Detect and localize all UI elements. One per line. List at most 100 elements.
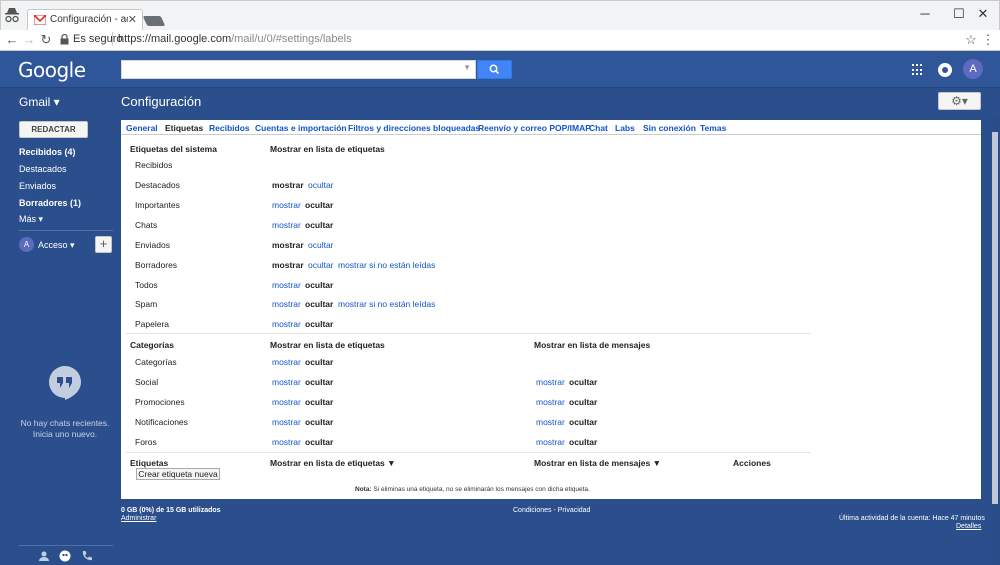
details-link[interactable]: Detalles [956,523,981,530]
search-button[interactable] [477,60,512,79]
tab-general[interactable]: General [126,123,158,133]
show-link[interactable]: mostrar [272,319,301,329]
show-link[interactable]: mostrar [272,299,301,309]
sidebar-item-inbox[interactable]: Recibidos (4) [19,147,76,157]
incognito-icon [5,8,19,23]
tab-themes[interactable]: Temas [700,123,726,133]
category-name: Promociones [135,397,185,407]
gmail-switcher[interactable]: Gmail ▾ [19,95,60,109]
sidebar-item-sent[interactable]: Enviados [19,181,56,191]
show-link[interactable]: mostrar [272,377,301,387]
no-chats-message: No hay chats recientes. Inicia uno nuevo… [20,418,110,439]
google-logo[interactable]: Google [18,58,86,82]
tab-accounts[interactable]: Cuentas e importación [255,123,347,133]
bookmark-star-icon[interactable]: ☆ [963,32,979,48]
labels-label-list-sort-heading[interactable]: Mostrar en lista de etiquetas ▼ [270,458,396,468]
privacy-link[interactable]: Privacidad [558,507,591,514]
compose-button[interactable]: REDACTAR [19,121,88,138]
categories-label-list-heading: Mostrar en lista de etiquetas [270,340,385,350]
label-name: Papelera [135,319,170,329]
label-name: Chats [135,220,158,230]
last-activity: Última actividad de la cuenta: Hace 47 m… [839,515,985,522]
create-label-button[interactable]: Crear etiqueta nueva [136,468,220,480]
hide-link[interactable]: ocultar [308,240,334,250]
reload-icon[interactable]: ↻ [38,32,54,48]
forward-icon[interactable]: → [21,32,37,48]
sidebar-item-more[interactable]: Más ▾ [19,214,43,225]
storage-usage: 0 GB (0%) de 15 GB utilizados [121,507,221,514]
search-options-caret-icon[interactable]: ▼ [463,63,471,72]
hide-link[interactable]: ocultar [308,180,334,190]
close-tab-icon[interactable]: ✕ [128,13,137,26]
browser-tab[interactable]: Configuración - acceso ✕ [27,9,143,31]
scrollbar-thumb[interactable] [992,132,998,504]
tab-forwarding[interactable]: Reenvío y correo POP/IMAP [478,123,591,133]
lock-icon [60,34,69,45]
tab-title: Configuración - acceso [50,14,128,25]
show-messages-link[interactable]: mostrar [536,417,565,427]
label-name: Destacados [135,180,180,190]
hangouts-chat-icon[interactable] [59,550,71,562]
show-if-unread-link[interactable]: mostrar si no están leídas [338,299,435,309]
label-name: Todos [135,280,158,290]
settings-tabs: General Etiquetas Recibidos Cuentas e im… [121,120,981,134]
actions-heading: Acciones [733,458,771,468]
tab-filters[interactable]: Filtros y direcciones bloqueadas [348,123,480,133]
hide-option-selected: ocultar [305,437,334,447]
tab-labs[interactable]: Labs [615,123,635,133]
hide-option-selected: ocultar [305,397,334,407]
phone-icon[interactable] [81,550,93,562]
category-name: Notificaciones [135,417,188,427]
sidebar-item-starred[interactable]: Destacados [19,164,67,174]
browser-toolbar: ← → ↻ Es seguro https://mail.google.com/… [0,30,1000,51]
new-chat-button[interactable]: + [95,236,112,253]
settings-panel: General Etiquetas Recibidos Cuentas e im… [121,120,981,499]
hangouts-icon [49,366,81,400]
labels-note: Nota: Si eliminas una etiqueta, no se el… [355,486,590,493]
show-option-selected: mostrar [272,240,304,250]
minimize-button[interactable]: ─ [911,5,939,23]
show-link[interactable]: mostrar [272,417,301,427]
tab-offline[interactable]: Sin conexión [643,123,696,133]
contacts-person-icon[interactable] [38,550,50,562]
account-avatar[interactable]: A [963,59,983,79]
search-input[interactable]: ▼ [121,60,476,79]
show-link[interactable]: mostrar [272,437,301,447]
label-name: Borradores [135,260,178,270]
sidebar-item-drafts[interactable]: Borradores (1) [19,198,81,208]
show-option-selected: mostrar [272,260,304,270]
show-link[interactable]: mostrar [272,397,301,407]
hide-option-selected: ocultar [305,377,334,387]
category-name: Social [135,377,159,387]
close-window-button[interactable]: ✕ [969,5,997,23]
show-link[interactable]: mostrar [272,200,301,210]
labels-message-list-sort-heading[interactable]: Mostrar en lista de mensajes ▼ [534,458,661,468]
show-messages-link[interactable]: mostrar [536,437,565,447]
new-tab-button[interactable] [142,16,166,26]
address-bar[interactable]: Es seguro https://mail.google.com/mail/u… [58,31,983,49]
settings-gear-button[interactable]: ⚙▾ [938,92,981,110]
hangouts-avatar: A [19,237,34,252]
tab-chat[interactable]: Chat [589,123,608,133]
show-link[interactable]: mostrar [272,220,301,230]
manage-storage-link[interactable]: Administrar [121,515,156,522]
footer-links: Condiciones - Privacidad [513,507,591,514]
search-icon [489,64,500,75]
notifications-icon[interactable] [938,63,952,77]
show-link[interactable]: mostrar [272,280,301,290]
show-messages-link[interactable]: mostrar [536,397,565,407]
hide-link[interactable]: ocultar [308,260,334,270]
system-show-in-label-list-heading: Mostrar en lista de etiquetas [270,144,385,154]
show-messages-link[interactable]: mostrar [536,377,565,387]
back-icon[interactable]: ← [4,32,20,48]
hangouts-account-menu[interactable]: Acceso ▾ [38,240,75,251]
tab-inbox[interactable]: Recibidos [209,123,250,133]
gmail-favicon-icon [34,15,46,25]
show-if-unread-link[interactable]: mostrar si no están leídas [338,260,435,270]
apps-grid-icon[interactable] [912,64,924,76]
terms-link[interactable]: Condiciones [513,507,552,514]
tab-labels[interactable]: Etiquetas [165,123,203,133]
menu-dots-icon[interactable]: ⋮ [980,32,996,48]
show-link[interactable]: mostrar [272,357,301,367]
hide-option-selected: ocultar [305,220,334,230]
